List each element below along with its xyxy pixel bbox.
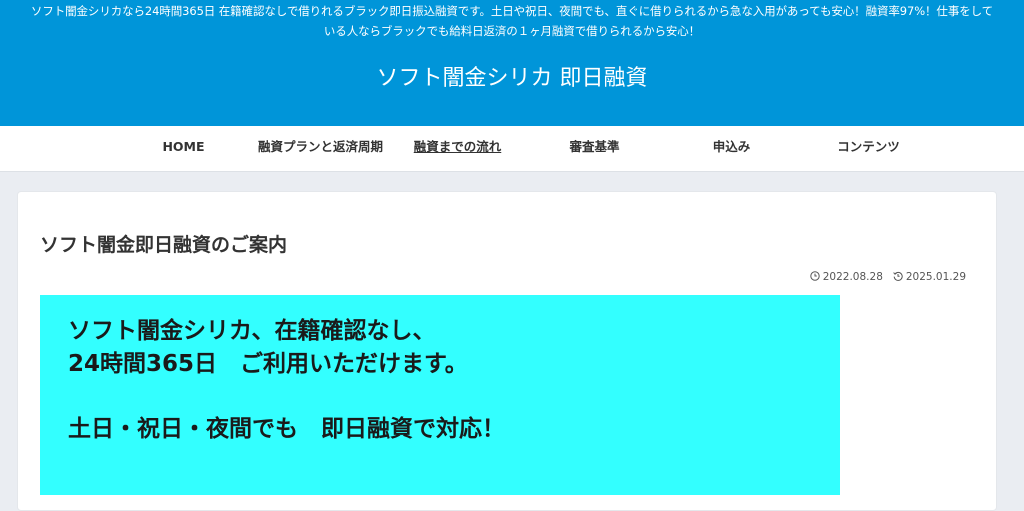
nav-item-apply[interactable]: 申込み	[663, 139, 800, 155]
page-title: ソフト闇金即日融資のご案内	[40, 234, 288, 256]
banner-line: 土日・祝日・夜間でも 即日融資で対応！	[68, 416, 505, 442]
updated-date-text: 2025.01.29	[905, 271, 966, 283]
nav-list: HOME 融資プランと返済周期 融資までの流れ 審査基準 申込み コンテンツ	[0, 126, 1024, 155]
updated-date: 2025.01.29	[893, 270, 966, 284]
nav-item-home[interactable]: HOME	[115, 139, 252, 155]
banner-line: ソフト闇金シリカ、在籍確認なし、	[68, 318, 436, 344]
history-icon	[893, 271, 903, 284]
nav-item-screening[interactable]: 審査基準	[526, 139, 663, 155]
site-description: ソフト闇金シリカなら24時間365日 在籍確認なしで借りれるブラック即日振込融資…	[30, 4, 994, 38]
nav-item-label: 審査基準	[569, 139, 620, 154]
global-nav: HOME 融資プランと返済周期 融資までの流れ 審査基準 申込み コンテンツ	[0, 126, 1024, 172]
nav-item-contents[interactable]: コンテンツ	[800, 139, 937, 155]
post-meta: 2022.08.28 2025.01.29	[810, 270, 966, 284]
site-title-link[interactable]: ソフト闇金シリカ 即日融資	[0, 41, 1024, 94]
nav-item-label: 融資プランと返済周期	[257, 139, 383, 154]
nav-item-label: コンテンツ	[837, 139, 900, 154]
banner-line: 24時間365日 ご利用いただけます。	[68, 351, 468, 377]
hero-banner: ソフト闇金シリカ、在籍確認なし、 24時間365日 ご利用いただけます。 土日・…	[40, 295, 840, 495]
nav-item-loan-plans[interactable]: 融資プランと返済周期	[252, 139, 389, 155]
published-date-text: 2022.08.28	[822, 271, 883, 283]
published-date: 2022.08.28	[810, 270, 883, 284]
nav-item-label: HOME	[162, 139, 205, 154]
article-card: ソフト闇金即日融資のご案内 2022.08.28 2025.01.29 ソフト闇…	[17, 191, 997, 511]
nav-item-label: 申込み	[712, 139, 751, 154]
banner-spacer	[68, 381, 840, 413]
nav-item-loan-flow[interactable]: 融資までの流れ	[389, 139, 526, 155]
site-header: ソフト闇金シリカなら24時間365日 在籍確認なしで借りれるブラック即日振込融資…	[0, 0, 1024, 126]
clock-icon	[810, 270, 820, 284]
nav-item-label: 融資までの流れ	[413, 139, 502, 154]
